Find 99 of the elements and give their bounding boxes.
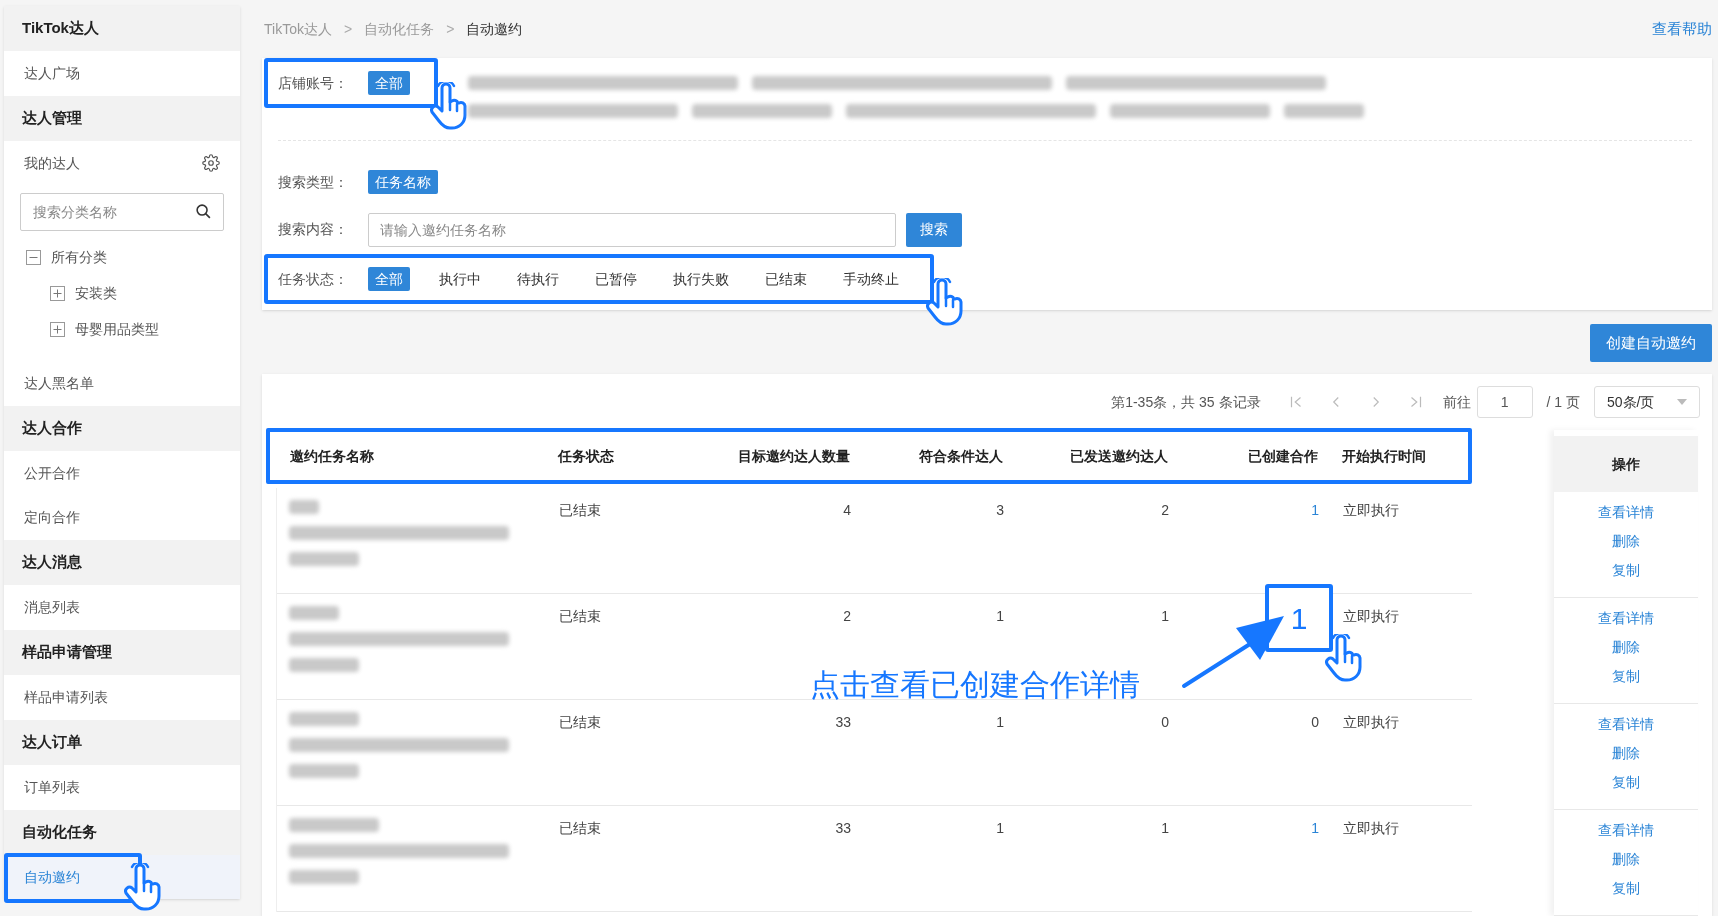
- table-cell-text: 33: [834, 713, 851, 732]
- table-cell-text: 2: [842, 607, 851, 626]
- expand-icon[interactable]: [50, 321, 65, 337]
- column-header: 目标邀约达人数量: [737, 446, 850, 466]
- sidebar-group-title: 达人管理: [4, 96, 240, 141]
- action-link[interactable]: 删除: [1612, 849, 1640, 870]
- filter-label: 搜索类型：: [278, 172, 349, 192]
- column-header: 操作: [1554, 436, 1698, 492]
- search-icon[interactable]: [195, 203, 212, 220]
- table-cell-text: 已结束: [559, 713, 602, 732]
- filter-label: 搜索内容：: [278, 220, 349, 239]
- annotation-text: 点击查看已创建合作详情: [810, 667, 1140, 703]
- filter-chip[interactable]: 执行失败: [666, 267, 736, 291]
- table-cell-text: 3: [995, 501, 1004, 520]
- search-field[interactable]: 搜索分类名称: [20, 193, 224, 231]
- highlighted-count-link[interactable]: 1: [1265, 584, 1333, 652]
- tree-node[interactable]: 所有分类: [51, 246, 107, 268]
- table-cell-text: 4: [842, 501, 851, 520]
- breadcrumb-link[interactable]: TikTok达人: [264, 18, 332, 40]
- column-header: 任务状态: [558, 446, 615, 466]
- redacted-text: [289, 712, 359, 726]
- column-header: 开始执行时间: [1341, 446, 1427, 466]
- create-button[interactable]: 创建自动邀约: [1590, 324, 1712, 362]
- table-cell-text: 1: [995, 607, 1004, 626]
- action-link[interactable]: 删除: [1612, 637, 1640, 658]
- sidebar-group-title: 样品申请管理: [4, 630, 240, 675]
- table-cell-text: 1: [995, 713, 1004, 732]
- table-cell-text: 立即执行: [1342, 819, 1400, 838]
- count-link[interactable]: 1: [1311, 502, 1319, 518]
- goto-label: 前往: [1442, 392, 1471, 412]
- column-header: 已发送邀约达人: [1069, 446, 1168, 466]
- action-link[interactable]: 复制: [1612, 560, 1640, 581]
- action-link[interactable]: 复制: [1612, 666, 1640, 687]
- action-link[interactable]: 查看详情: [1598, 608, 1654, 629]
- breadcrumb-separator: >: [446, 19, 455, 39]
- redacted-text: [289, 870, 359, 884]
- tree-node[interactable]: 母婴用品类型: [75, 318, 159, 340]
- table-cell-text: 1: [1160, 819, 1169, 838]
- tree-node[interactable]: 安装类: [75, 282, 117, 304]
- redacted-text: [289, 606, 339, 620]
- redacted-text: [289, 500, 319, 514]
- hand-pointer-icon: [122, 863, 162, 911]
- page-size-select[interactable]: 50条/页: [1594, 386, 1700, 418]
- record-summary: 第1-35条，共 35 条记录: [1111, 392, 1261, 412]
- table-cell-text: 已结束: [559, 501, 602, 520]
- sidebar-group-title: 达人合作: [4, 406, 240, 451]
- table-cell-text: 立即执行: [1342, 713, 1400, 732]
- table-cell-text: 立即执行: [1342, 607, 1400, 626]
- filter-label: 任务状态：: [278, 269, 349, 289]
- column-header: 已创建合作: [1247, 446, 1318, 466]
- table-cell-text: 1: [1160, 607, 1169, 626]
- column-header: 符合条件达人: [918, 446, 1003, 466]
- action-link[interactable]: 查看详情: [1598, 714, 1654, 735]
- page-input[interactable]: 1: [1476, 386, 1533, 418]
- table-cell-text: 立即执行: [1342, 501, 1400, 520]
- sidebar-group-title: 达人消息: [4, 540, 240, 585]
- filter-chip[interactable]: 手动终止: [836, 267, 906, 291]
- action-link[interactable]: 复制: [1612, 878, 1640, 899]
- sidebar-group-title: 自动化任务: [4, 810, 240, 855]
- settings-icon[interactable]: [202, 154, 220, 172]
- hand-pointer-icon: [1323, 634, 1363, 682]
- filter-label: 店铺账号：: [278, 73, 349, 93]
- filter-chip[interactable]: 任务名称: [368, 170, 438, 194]
- breadcrumb-link[interactable]: 自动化任务: [364, 18, 435, 40]
- filter-chip[interactable]: 待执行: [510, 267, 566, 291]
- filter-chip[interactable]: 已暂停: [588, 267, 644, 291]
- action-link[interactable]: 查看详情: [1598, 820, 1654, 841]
- search-input[interactable]: 请输入邀约任务名称: [368, 212, 896, 247]
- breadcrumb-link[interactable]: 自动邀约: [466, 18, 523, 40]
- table-cell-text: 已结束: [559, 607, 602, 626]
- table-cell: 0: [1311, 714, 1319, 730]
- expand-icon[interactable]: [50, 285, 65, 301]
- table-cell-text: 0: [1160, 713, 1169, 732]
- table-cell-text: 2: [1160, 501, 1169, 520]
- sidebar-group-title: 达人订单: [4, 720, 240, 765]
- action-link[interactable]: 复制: [1612, 772, 1640, 793]
- table-cell-text: 1: [995, 819, 1004, 838]
- help-link[interactable]: 查看帮助: [1652, 17, 1712, 41]
- filter-chip[interactable]: 全部: [368, 71, 410, 95]
- search-button[interactable]: 搜索: [906, 212, 962, 247]
- action-link[interactable]: 删除: [1612, 531, 1640, 552]
- breadcrumb-separator: >: [343, 19, 353, 39]
- table-cell-text: 已结束: [559, 819, 602, 838]
- filter-chip[interactable]: 全部: [368, 267, 410, 291]
- page-total: / 1 页: [1546, 392, 1580, 412]
- filter-chip[interactable]: 已结束: [758, 267, 814, 291]
- table-cell-text: 33: [834, 819, 851, 838]
- column-header: 邀约任务名称: [289, 446, 375, 466]
- sidebar-group-title: TikTok达人: [4, 6, 240, 51]
- caret-icon: [1677, 399, 1687, 405]
- action-link[interactable]: 删除: [1612, 743, 1640, 764]
- action-link[interactable]: 查看详情: [1598, 502, 1654, 523]
- redacted-text: [289, 552, 359, 566]
- sidebar-item[interactable]: 我的达人: [24, 152, 80, 174]
- filter-chip[interactable]: 执行中: [432, 267, 488, 291]
- redacted-text: [289, 658, 359, 672]
- redacted-text: [289, 764, 359, 778]
- count-link[interactable]: 1: [1311, 820, 1319, 836]
- collapse-icon[interactable]: [26, 249, 41, 265]
